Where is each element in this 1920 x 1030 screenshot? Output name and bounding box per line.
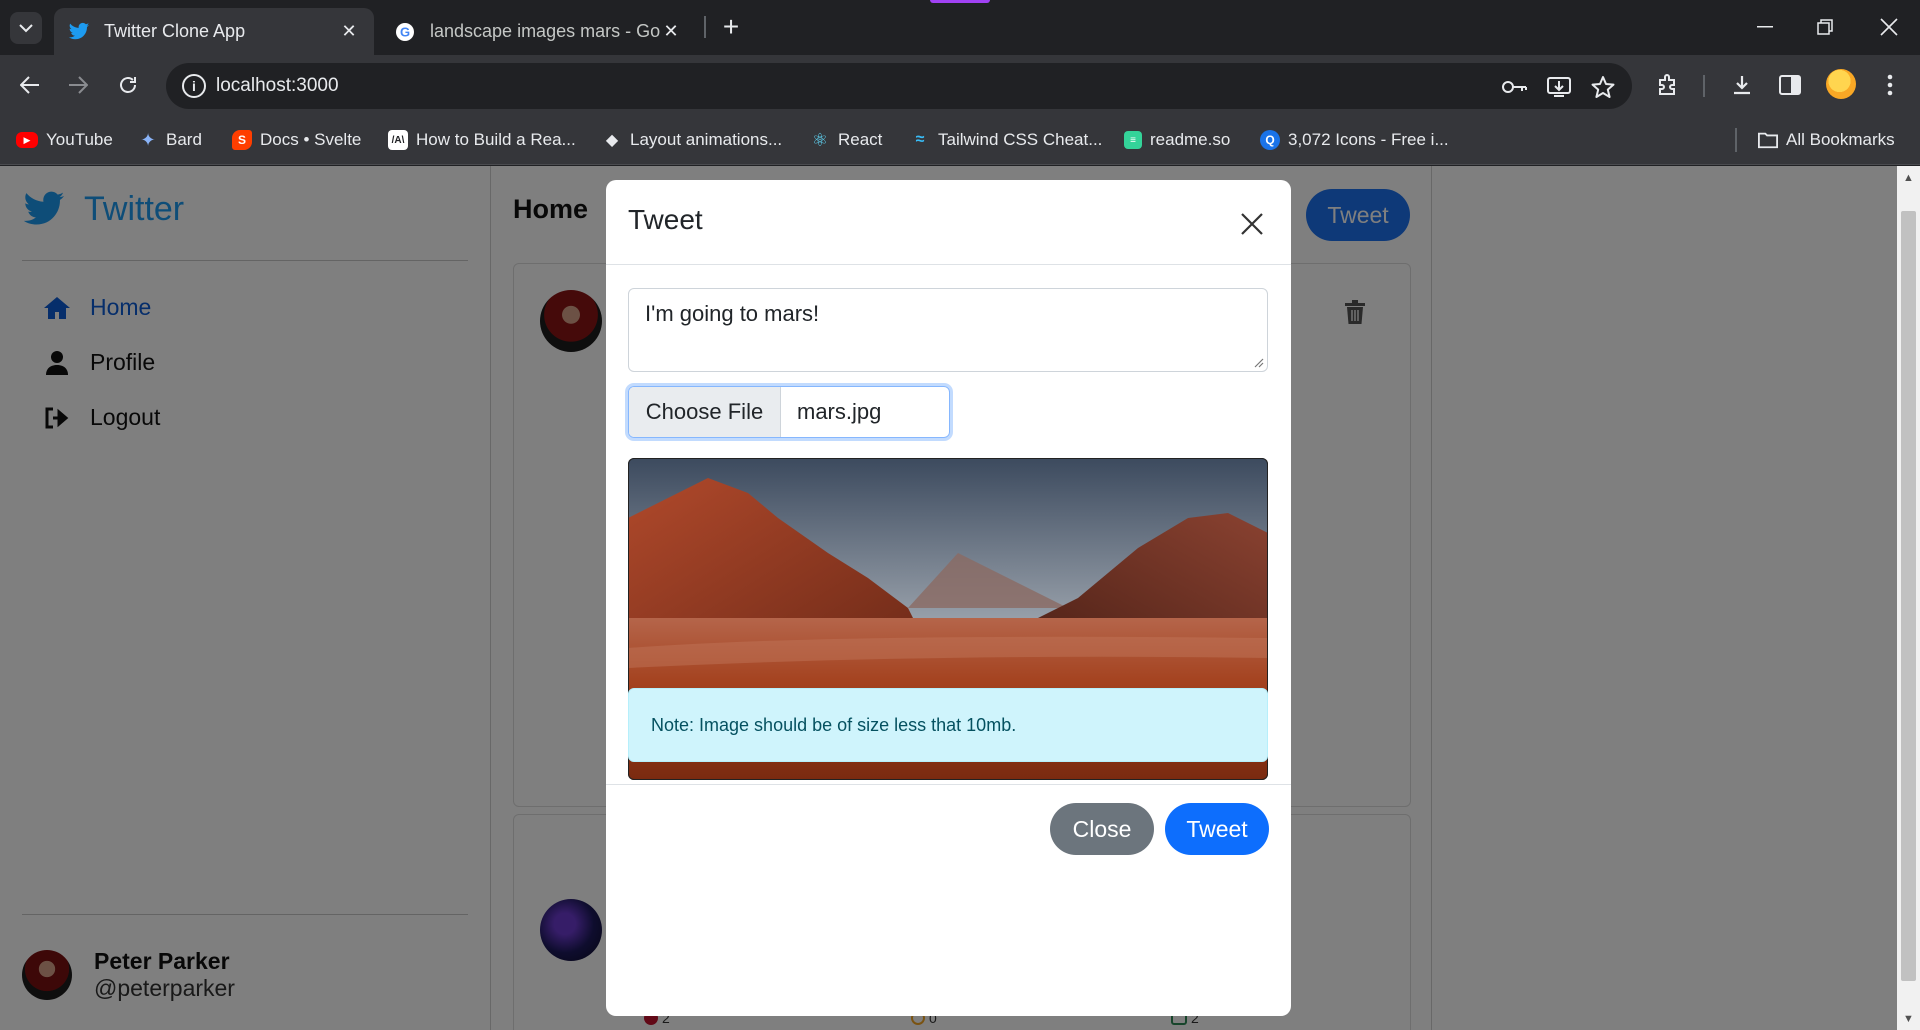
bookmark-label: readme.so <box>1150 130 1231 149</box>
key-icon[interactable] <box>1502 74 1528 100</box>
bookmark-label: Layout animations... <box>630 130 783 149</box>
bookmark-label: YouTube <box>46 130 113 149</box>
restore-button[interactable] <box>1800 8 1850 46</box>
minimize-icon <box>1757 26 1773 28</box>
icons-site-icon: Q <box>1260 130 1280 150</box>
page-viewport: Twitter Home Profile Logout Peter Parke <box>0 166 1897 1030</box>
tailwind-icon: ≈ <box>915 131 925 148</box>
file-input[interactable]: Choose File mars.jpg <box>628 386 950 438</box>
readme-icon: ≡ <box>1124 131 1142 149</box>
scroll-down-icon[interactable]: ▼ <box>1901 1011 1916 1026</box>
youtube-icon: ▶ <box>16 132 38 148</box>
download-icon[interactable] <box>1726 69 1758 101</box>
svelte-icon: S <box>232 130 252 150</box>
bookmarks-bar: ▶ YouTube ✦ Bard S Docs • Svelte /A\ How… <box>0 115 1920 165</box>
code-icon: /A\ <box>388 130 408 150</box>
reload-icon <box>120 77 136 93</box>
close-icon <box>1880 18 1898 36</box>
folder-icon <box>1758 130 1778 150</box>
modal-title: Tweet <box>628 204 703 235</box>
bookmark-tailwind[interactable]: ≈ Tailwind CSS Cheat... <box>910 128 1103 152</box>
back-button[interactable] <box>14 69 46 101</box>
install-app-icon[interactable] <box>1546 74 1572 100</box>
toolbar-separator <box>1703 75 1705 97</box>
bookmarks-separator <box>1735 128 1737 152</box>
bookmark-how-to-build[interactable]: /A\ How to Build a Rea... <box>388 128 576 152</box>
bookmark-icons-site[interactable]: Q 3,072 Icons - Free i... <box>1260 128 1449 152</box>
all-bookmarks-button[interactable]: All Bookmarks <box>1758 128 1895 152</box>
scroll-thumb[interactable] <box>1901 211 1916 981</box>
page-scrollbar[interactable]: ▲ ▼ <box>1897 166 1920 1030</box>
framer-icon: ◆ <box>605 132 619 149</box>
modal-header: Tweet <box>606 180 1291 265</box>
resize-grip-icon[interactable] <box>1254 358 1264 368</box>
bookmark-label: Tailwind CSS Cheat... <box>938 130 1103 149</box>
tweet-text: I'm going to mars! <box>645 301 820 326</box>
bookmark-label: Bard <box>166 130 202 149</box>
tab-google-search[interactable]: G landscape images mars - Goog ✕ <box>380 8 696 55</box>
tab-accent-line <box>930 0 990 3</box>
info-icon[interactable]: i <box>182 74 206 98</box>
tab-separator <box>704 16 706 38</box>
svg-text:G: G <box>400 24 410 39</box>
file-name: mars.jpg <box>797 399 882 424</box>
bookmark-label: All Bookmarks <box>1786 130 1895 149</box>
google-icon: G <box>394 21 416 43</box>
close-icon[interactable]: ✕ <box>660 21 682 43</box>
arrow-right-icon <box>69 76 88 94</box>
bookmark-label: Docs • Svelte <box>260 130 362 149</box>
close-icon[interactable]: ✕ <box>338 21 360 43</box>
modal-backdrop[interactable]: Tweet I'm going to mars! Choose File mar… <box>0 166 1897 1030</box>
bard-icon: ✦ <box>140 129 156 150</box>
info-note: Note: Image should be of size less that … <box>628 688 1268 762</box>
bookmark-layout-animations[interactable]: ◆ Layout animations... <box>602 128 782 152</box>
url-text[interactable]: localhost:3000 <box>216 75 339 97</box>
tweet-textarea[interactable]: I'm going to mars! <box>628 288 1268 372</box>
tab-title: landscape images mars - Goog <box>430 21 660 41</box>
arrow-left-icon <box>20 76 39 94</box>
profile-avatar[interactable] <box>1826 69 1856 99</box>
restore-icon <box>1817 19 1833 35</box>
close-button[interactable]: Close <box>1050 803 1154 855</box>
bookmark-svelte[interactable]: S Docs • Svelte <box>232 128 361 152</box>
tab-search-button[interactable] <box>10 12 42 44</box>
close-icon[interactable] <box>1238 210 1266 238</box>
react-icon: ⚛ <box>811 129 829 150</box>
reload-button[interactable] <box>112 69 144 101</box>
browser-tab-bar: Twitter Clone App ✕ G landscape images m… <box>0 0 1920 55</box>
bookmark-youtube[interactable]: ▶ YouTube <box>16 128 113 152</box>
tab-twitter-clone[interactable]: Twitter Clone App ✕ <box>54 8 374 55</box>
extensions-icon[interactable] <box>1652 69 1684 101</box>
submit-tweet-button[interactable]: Tweet <box>1165 803 1269 855</box>
choose-file-button[interactable]: Choose File <box>629 387 781 437</box>
tab-title: Twitter Clone App <box>104 21 246 41</box>
chevron-down-icon <box>19 24 33 33</box>
forward-button[interactable] <box>62 69 94 101</box>
side-panel-icon[interactable] <box>1774 69 1806 101</box>
bookmark-label: How to Build a Rea... <box>416 130 576 149</box>
window-close-button[interactable] <box>1864 8 1914 46</box>
new-tab-button[interactable]: + <box>716 11 746 42</box>
kebab-menu-icon[interactable] <box>1874 69 1906 101</box>
modal-footer-divider <box>606 784 1291 785</box>
twitter-bird-icon <box>68 21 90 43</box>
minimize-button[interactable] <box>1740 8 1790 46</box>
scroll-up-icon[interactable]: ▲ <box>1901 170 1916 185</box>
bookmark-readme[interactable]: ≡ readme.so <box>1124 128 1230 152</box>
bookmark-label: React <box>838 130 883 149</box>
star-icon[interactable] <box>1590 74 1616 100</box>
bookmark-bard[interactable]: ✦ Bard <box>138 128 202 152</box>
bookmark-react[interactable]: ⚛ React <box>810 128 883 152</box>
bookmark-label: 3,072 Icons - Free i... <box>1288 130 1449 149</box>
browser-toolbar: i localhost:3000 <box>0 55 1920 115</box>
address-bar[interactable]: i localhost:3000 <box>166 63 1632 109</box>
tweet-modal: Tweet I'm going to mars! Choose File mar… <box>606 180 1291 1016</box>
